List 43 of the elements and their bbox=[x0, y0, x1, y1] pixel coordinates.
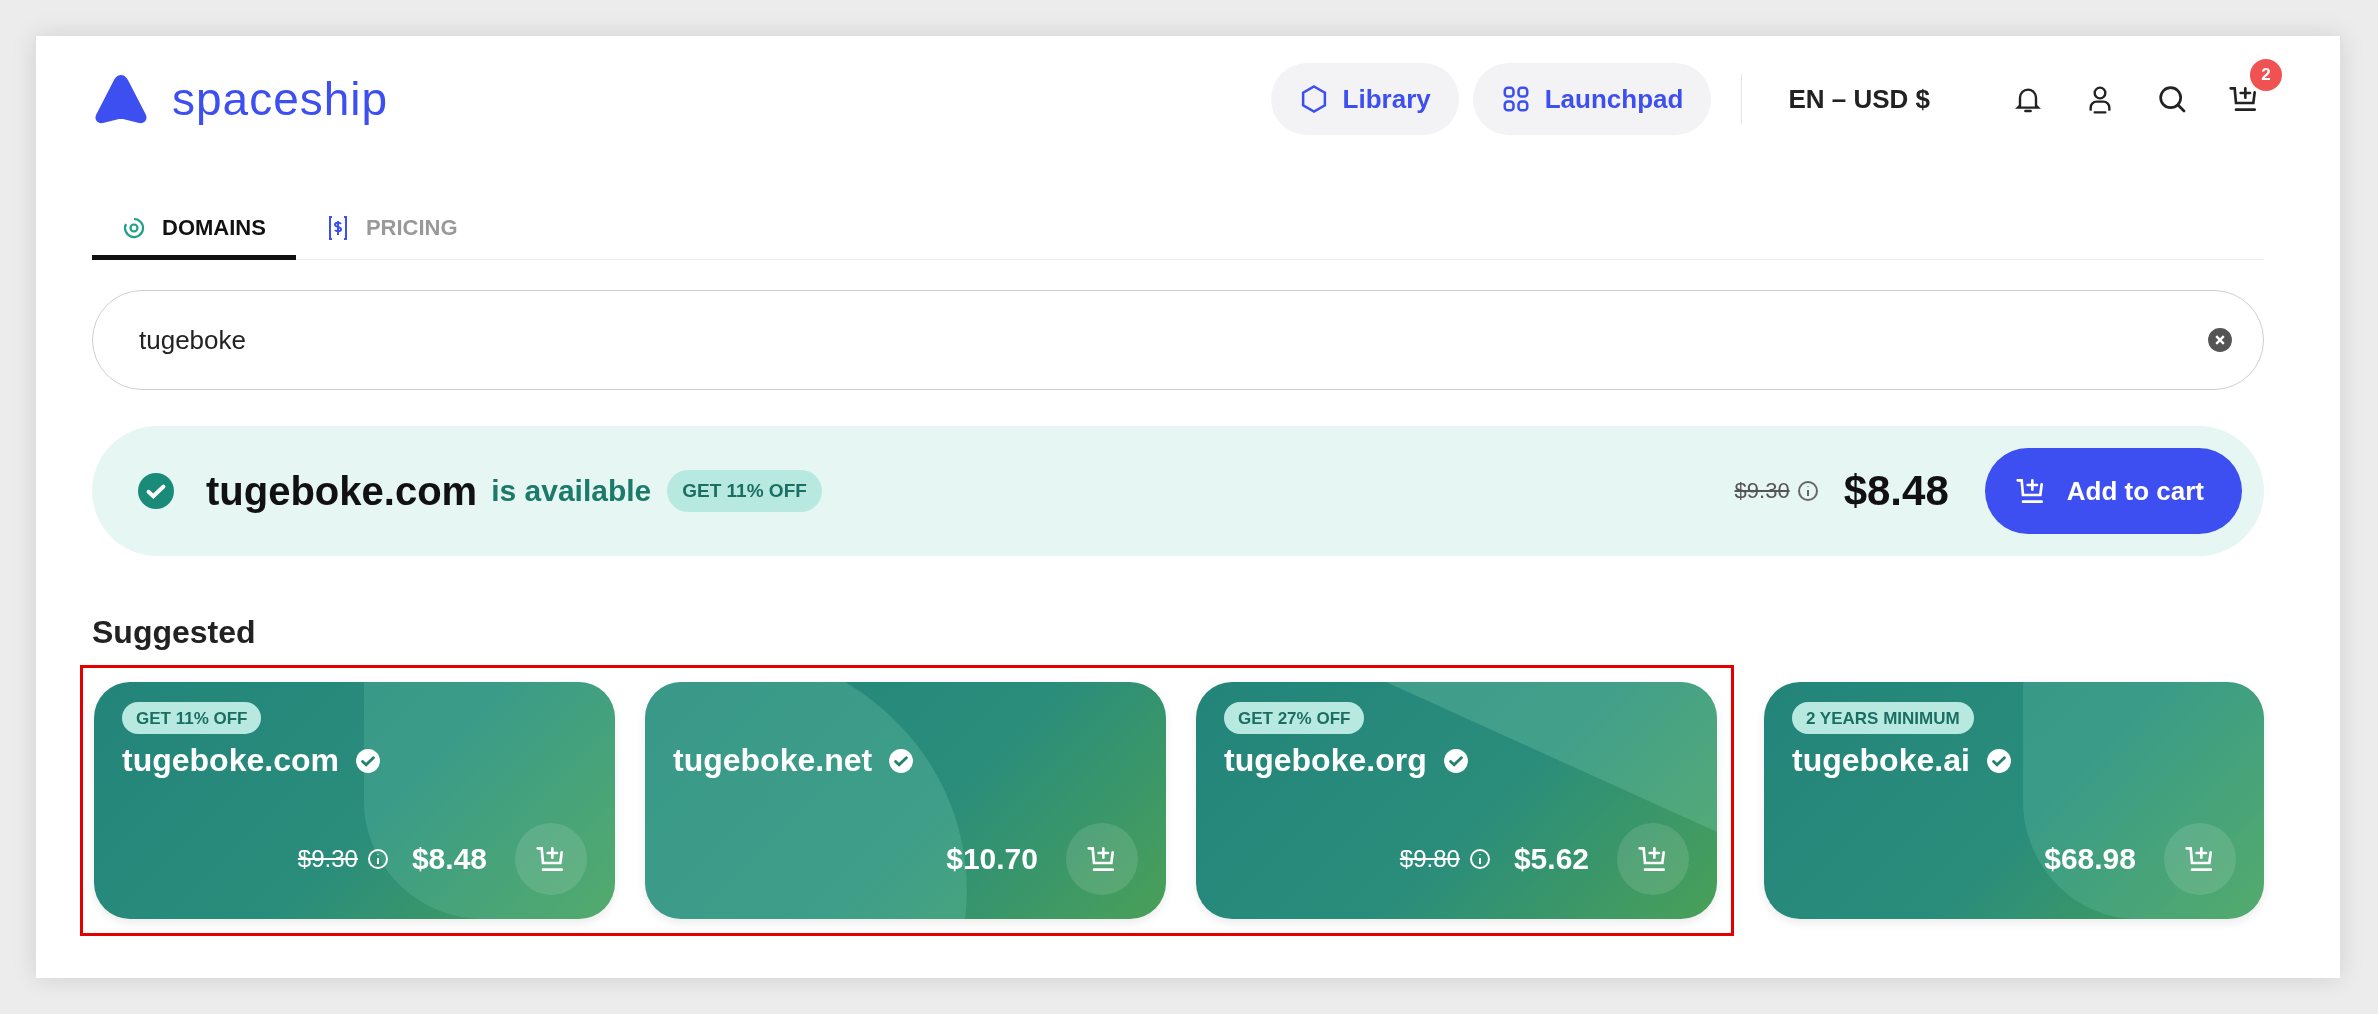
domain-name: tugeboke.com bbox=[206, 468, 478, 514]
domain-name: tugeboke.net bbox=[673, 742, 873, 779]
info-icon bbox=[1795, 479, 1820, 503]
price: $10.70 bbox=[946, 842, 1038, 876]
discount-tag: GET 27% OFF bbox=[1224, 702, 1365, 734]
info-icon bbox=[365, 847, 390, 871]
search-input[interactable]: tugeboke bbox=[137, 323, 2207, 357]
verified-check-icon bbox=[888, 747, 915, 774]
domain-card[interactable]: GET 27% OFF tugeboke.org $9.80 $5.62 bbox=[1196, 682, 1717, 919]
domain-name: tugeboke.org bbox=[1224, 742, 1427, 779]
old-price: $9.30 bbox=[1734, 478, 1790, 504]
price: $8.48 bbox=[411, 842, 487, 876]
info-icon bbox=[1467, 847, 1492, 871]
verified-check-icon bbox=[1442, 747, 1469, 774]
domain-name: tugeboke.com bbox=[122, 742, 339, 779]
section-title: Suggested bbox=[92, 614, 257, 651]
logo-text: spaceship bbox=[172, 72, 389, 126]
domain-name: tugeboke.ai bbox=[1792, 742, 1970, 779]
target-icon bbox=[122, 215, 146, 240]
domain-card[interactable]: GET 11% OFF tugeboke.com $9.30 $8.48 bbox=[94, 682, 615, 919]
add-to-cart-button[interactable]: Add to cart bbox=[1984, 448, 2242, 534]
price: $8.48 bbox=[1843, 467, 1949, 515]
tab[interactable]: DOMAINS bbox=[92, 200, 296, 260]
discount-tag: 2 YEARS MINIMUM bbox=[1792, 702, 1974, 734]
discount-tag: GET 11% OFF bbox=[122, 702, 262, 734]
verified-check-icon bbox=[354, 747, 381, 774]
price: $5.62 bbox=[1513, 842, 1589, 876]
price: $68.98 bbox=[2044, 842, 2136, 876]
check-circle-icon bbox=[138, 473, 174, 509]
discount-tag: GET 11% OFF bbox=[667, 470, 822, 512]
search-icon bbox=[2156, 83, 2188, 115]
availability-status: is available bbox=[491, 474, 652, 508]
domain-card[interactable]: 2 YEARS MINIMUM tugeboke.ai $68.98 bbox=[1764, 682, 2264, 919]
nav-button[interactable]: Library bbox=[1270, 63, 1459, 135]
nav-button[interactable]: Launchpad bbox=[1472, 63, 1712, 135]
old-price: $9.30 bbox=[297, 845, 358, 873]
tab[interactable]: PRICING bbox=[295, 200, 488, 260]
cart-count-badge: 2 bbox=[2250, 59, 2282, 91]
old-price: $9.80 bbox=[1399, 845, 1460, 873]
domain-card[interactable]: tugeboke.net $10.70 bbox=[645, 682, 1166, 919]
locale-button[interactable]: EN – USD $ bbox=[1782, 82, 1936, 116]
verified-check-icon bbox=[1985, 747, 2012, 774]
clear-icon[interactable] bbox=[2207, 327, 2233, 353]
